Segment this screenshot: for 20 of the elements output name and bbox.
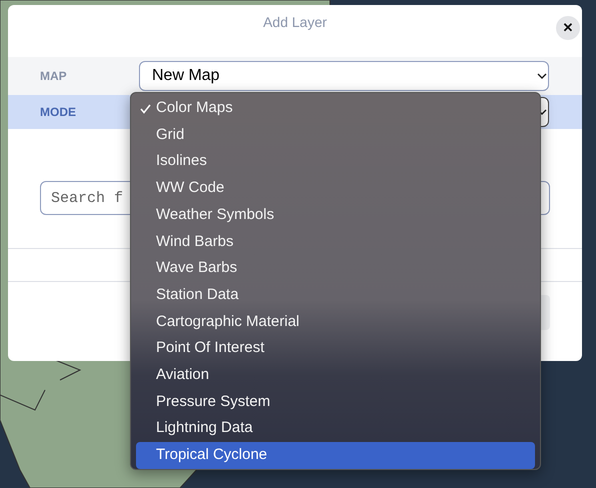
menu-item[interactable]: Cartographic Material (136, 308, 535, 336)
menu-item[interactable]: Wind Barbs (136, 228, 535, 256)
menu-item[interactable]: Lightning Data (136, 415, 535, 442)
menu-item[interactable]: Station Data (136, 282, 535, 308)
close-button[interactable]: ✕ (556, 16, 580, 40)
field-label: MAP (40, 68, 68, 85)
menu-item[interactable]: Wave Barbs (136, 255, 535, 282)
menu-item[interactable]: Tropical Cyclone (136, 442, 535, 469)
menu-item[interactable]: Weather Symbols (136, 202, 535, 228)
menu-item[interactable]: Point Of Interest (136, 335, 535, 362)
menu-item[interactable]: Isolines (136, 148, 535, 176)
field-label: MODE (40, 104, 77, 121)
select-field[interactable]: New Map (139, 61, 549, 91)
chevron-down-icon (537, 72, 547, 80)
menu-item[interactable]: Grid (136, 122, 535, 148)
dialog-title: Add Layer (263, 13, 327, 32)
menu-item[interactable]: Aviation (136, 362, 535, 389)
menu-item[interactable]: Pressure System (136, 388, 535, 416)
menu-item[interactable]: WW Code (136, 175, 535, 202)
menu-item[interactable]: Color Maps (136, 95, 535, 122)
